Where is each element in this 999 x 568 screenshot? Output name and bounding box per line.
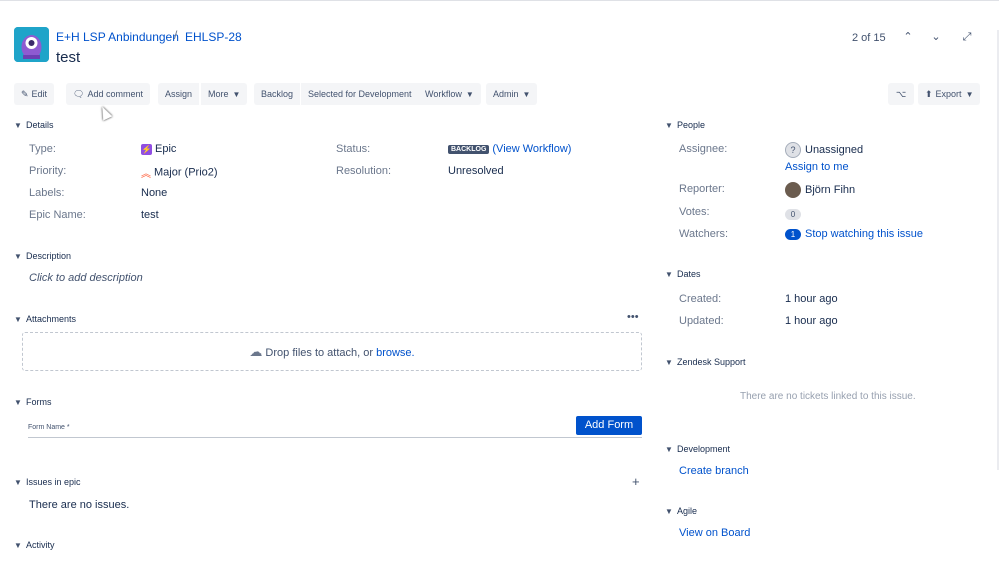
chevron-down-icon: ▼ [14,252,22,261]
share-icon: ⌥ [895,89,907,99]
edit-button[interactable]: ✎ Edit [14,83,55,105]
chevron-down-icon: ▼ [14,315,22,324]
attachments-heading[interactable]: ▼ Attachments [14,314,76,324]
plus-icon[interactable]: + [632,474,640,489]
chevron-down-icon[interactable]: ⌄ [928,28,944,46]
status-label: Status: [336,143,371,155]
chevron-down-icon: ▼ [665,358,673,367]
reporter-value[interactable]: Björn Fihn [785,182,855,198]
view-workflow-link[interactable]: (View Workflow) [492,143,571,155]
export-button[interactable]: ⬆ Export ▼ [918,83,981,105]
chevron-down-icon: ▼ [14,478,22,487]
comment-icon: 🗨 [73,89,85,99]
selected-for-development-button[interactable]: Selected for Development [301,83,419,105]
chevron-down-icon: ▼ [14,541,22,550]
assignee-label: Assignee: [679,143,728,155]
description-placeholder[interactable]: Click to add description [29,272,143,284]
activity-heading[interactable]: ▼ Activity [14,540,55,550]
chevron-up-icon[interactable]: ⌃ [900,28,916,46]
browse-link[interactable]: browse. [376,347,415,359]
issue-title[interactable]: test [56,49,80,66]
admin-button[interactable]: Admin ▼ [486,83,538,105]
issue-pager: 2 of 15 [852,32,886,44]
export-icon: ⬆ [925,89,933,99]
add-form-button[interactable]: Add Form [576,416,642,435]
labels-label: Labels: [29,187,65,199]
assignee-value[interactable]: ? Unassigned [785,142,863,158]
add-comment-button[interactable]: 🗨 Add comment [66,83,150,105]
resolution-value: Unresolved [448,165,504,177]
agile-heading[interactable]: ▼ Agile [665,506,697,516]
avatar [785,182,801,198]
created-label: Created: [679,293,722,305]
zendesk-heading[interactable]: ▼ Zendesk Support [665,357,746,367]
labels-value[interactable]: None [141,187,167,199]
type-label: Type: [29,143,56,155]
issues-in-epic-heading[interactable]: ▼ Issues in epic [14,477,81,487]
chevron-down-icon: ▼ [665,270,673,279]
watchers-label: Watchers: [679,228,729,240]
chevron-down-icon: ▼ [665,445,673,454]
view-on-board-link[interactable]: View on Board [679,527,750,539]
status-badge: BACKLOG [448,144,490,154]
unassigned-avatar-icon: ? [785,142,801,158]
people-heading[interactable]: ▼ People [665,120,705,130]
watchers-count-badge: 1 [785,228,801,240]
more-options-icon[interactable]: ••• [627,311,639,323]
priority-label: Priority: [29,165,67,177]
votes-badge[interactable]: 0 [785,207,801,221]
form-name-label: Form Name * [28,424,70,431]
created-value: 1 hour ago [785,293,838,305]
issues-empty-text: There are no issues. [29,499,130,511]
more-button[interactable]: More ▼ [201,83,248,105]
zendesk-empty-text: There are no tickets linked to this issu… [740,391,916,402]
breadcrumb-separator: / [174,28,178,42]
description-heading[interactable]: ▼ Description [14,251,71,261]
chevron-down-icon: ▼ [14,121,22,130]
assign-button[interactable]: Assign [158,83,200,105]
attachment-dropzone[interactable]: ☁ Drop files to attach, or browse. [22,332,642,371]
expand-icon[interactable]: ⤢ [959,28,975,46]
share-button[interactable]: ⌥ [888,83,914,105]
epic-name-value[interactable]: test [141,209,159,221]
create-branch-link[interactable]: Create branch [679,465,749,477]
reporter-label: Reporter: [679,183,725,195]
chevron-down-icon: ▼ [665,507,673,516]
breadcrumb-issue-key[interactable]: EHLSP-28 [185,30,242,44]
chevron-down-icon: ▼ [665,121,673,130]
assign-to-me-link[interactable]: Assign to me [785,161,849,173]
forms-heading[interactable]: ▼ Forms [14,397,52,407]
chevron-down-icon: ▼ [232,90,241,99]
monster-icon [14,27,49,62]
watchers-value[interactable]: 1 Stop watching this issue [785,228,923,240]
project-avatar[interactable] [14,27,49,62]
votes-label: Votes: [679,206,710,218]
chevron-down-icon: ▼ [465,90,474,99]
development-heading[interactable]: ▼ Development [665,444,730,454]
epic-name-label: Epic Name: [29,209,86,221]
updated-label: Updated: [679,315,724,327]
pencil-icon: ✎ [21,89,29,99]
chevron-down-icon: ▼ [965,90,974,99]
details-heading[interactable]: ▼ Details [14,120,54,130]
type-value: ⚡ Epic [141,143,177,155]
priority-value: ︽ Major (Prio2) [141,166,218,180]
chevron-down-icon: ▼ [14,398,22,407]
form-name-input[interactable] [28,437,642,438]
cloud-upload-icon: ☁ [249,344,263,359]
dates-heading[interactable]: ▼ Dates [665,269,701,279]
resolution-label: Resolution: [336,165,392,177]
stop-watching-link[interactable]: Stop watching this issue [805,228,923,240]
updated-value: 1 hour ago [785,315,838,327]
backlog-button[interactable]: Backlog [254,83,301,105]
breadcrumb-project[interactable]: E+H LSP Anbindungen [56,30,179,44]
status-value: BACKLOG (View Workflow) [448,143,571,155]
epic-icon: ⚡ [141,143,152,155]
priority-major-icon: ︽ [141,169,151,180]
workflow-button[interactable]: Workflow ▼ [418,83,481,105]
chevron-down-icon: ▼ [522,90,531,99]
